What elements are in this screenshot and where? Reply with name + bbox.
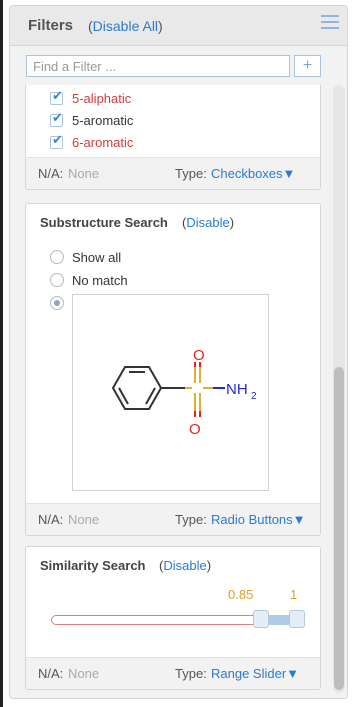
card-footer: N/A: None Type: Radio Buttons▼ (26, 503, 320, 535)
benzenesulfonamide-structure: O O NH 2 (111, 347, 257, 438)
checkbox[interactable]: ✔ (50, 110, 63, 127)
range-slider[interactable] (51, 610, 305, 628)
similarity-filter-card: Similarity Search (Disable) 0.85 1 N/A: … (25, 546, 321, 690)
panel-title: Filters (28, 17, 74, 34)
slider-low-handle[interactable] (253, 610, 270, 628)
hamburger-menu-icon[interactable] (321, 15, 339, 29)
na-value: None (68, 512, 100, 527)
checkbox[interactable]: ✔ (50, 132, 63, 149)
card-title: Similarity Search (40, 558, 146, 573)
radio-label: Show all (72, 250, 122, 265)
checkbox-label: 5-aliphatic (72, 91, 132, 106)
type-dropdown[interactable]: Checkboxes▼ (211, 166, 295, 181)
disable-link[interactable]: Disable (186, 215, 229, 230)
add-filter-button[interactable]: + (294, 55, 321, 77)
disable-all-link[interactable]: Disable All (93, 18, 158, 34)
radio-button[interactable] (50, 296, 64, 310)
disable-all: (Disable All) (88, 18, 163, 34)
card-footer: N/A: None Type: Checkboxes▼ (26, 157, 320, 189)
card-footer: N/A: None Type: Range Slider▼ (26, 657, 320, 689)
radio-button[interactable] (50, 273, 64, 287)
molecule-structure-box[interactable]: O O NH 2 (72, 294, 269, 491)
scrollbar-thumb[interactable] (334, 367, 344, 690)
substructure-filter-card: Substructure Search (Disable) Show all N… (25, 203, 321, 536)
window-edge (0, 0, 3, 707)
radio-button[interactable] (50, 250, 64, 264)
na-value: None (68, 166, 100, 181)
type-dropdown[interactable]: Radio Buttons▼ (211, 512, 306, 527)
slider-high-value: 1 (290, 587, 298, 602)
oxygen-atom-label: O (193, 347, 205, 364)
card-title: Substructure Search (40, 215, 168, 230)
find-filter-input[interactable] (26, 55, 290, 77)
type-label: Type: (175, 166, 207, 181)
checkbox-filter-card: ✔ 5-aliphatic ✔ 5-aromatic ✔ 6-aromatic … (25, 85, 321, 190)
checkbox-label: 6-aromatic (72, 135, 134, 150)
checkmark-icon: ✔ (52, 132, 63, 147)
filters-scroll-area: ✔ 5-aliphatic ✔ 5-aromatic ✔ 6-aromatic … (10, 85, 347, 698)
na-value: None (68, 666, 100, 681)
card-disable: (Disable) (182, 215, 235, 230)
slider-high-handle[interactable] (289, 610, 305, 628)
radio-dot-icon (54, 300, 60, 306)
amine-label: NH (226, 381, 248, 398)
na-label: N/A: (38, 512, 64, 527)
type-dropdown[interactable]: Range Slider▼ (211, 666, 299, 681)
slider-low-value: 0.85 (228, 587, 254, 602)
checkmark-icon: ✔ (52, 88, 63, 103)
checkbox[interactable]: ✔ (50, 88, 63, 105)
disable-link[interactable]: Disable (163, 558, 206, 573)
amine-subscript: 2 (251, 391, 257, 402)
benzene-ring (111, 366, 163, 410)
filters-panel: Filters (Disable All) + ✔ 5-aliphatic ✔ … (9, 5, 348, 699)
vertical-scrollbar[interactable] (333, 85, 345, 693)
na-label: N/A: (38, 666, 64, 681)
checkbox-label: 5-aromatic (72, 113, 134, 128)
type-label: Type: (175, 666, 207, 681)
panel-header: Filters (Disable All) (10, 6, 347, 46)
checkmark-icon: ✔ (52, 110, 63, 125)
oxygen-atom-label: O (189, 421, 201, 438)
type-label: Type: (175, 512, 207, 527)
radio-label: No match (72, 273, 128, 288)
card-disable: (Disable) (159, 558, 212, 573)
na-label: N/A: (38, 166, 64, 181)
